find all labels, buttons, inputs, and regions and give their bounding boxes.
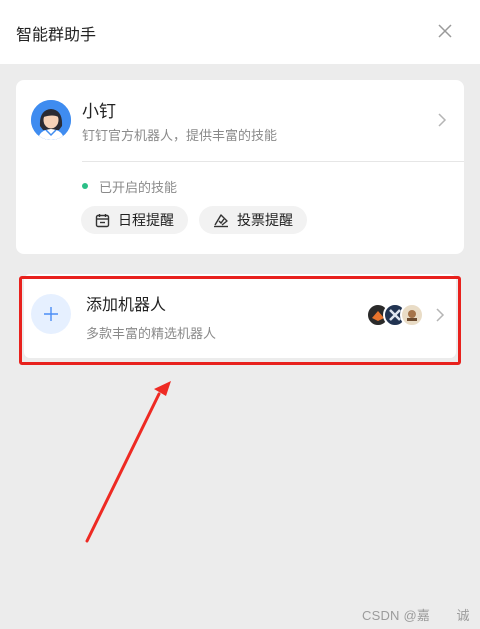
watermark-text: CSDN @嘉 诚 [362, 608, 470, 623]
annotation-arrow-icon [85, 381, 171, 543]
